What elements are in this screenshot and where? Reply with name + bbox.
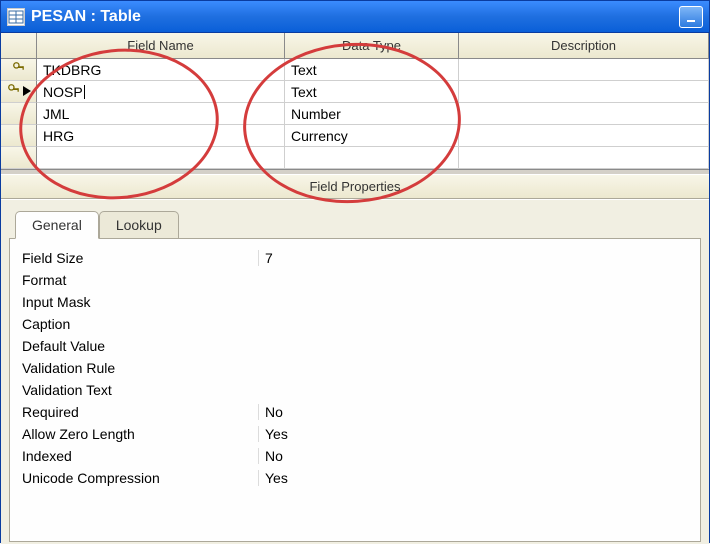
- property-label: Validation Text: [20, 382, 258, 398]
- column-header-fieldname[interactable]: Field Name: [37, 33, 285, 59]
- property-label: Validation Rule: [20, 360, 258, 376]
- property-value[interactable]: No: [258, 448, 690, 464]
- data-type-cell[interactable]: Text: [285, 81, 459, 103]
- property-label: Required: [20, 404, 258, 420]
- design-row: NOSP Text: [1, 81, 709, 103]
- design-row-empty: [1, 147, 709, 169]
- titlebar: PESAN : Table: [1, 1, 709, 33]
- design-rows: TKDBRG Text NOSP Text: [1, 59, 709, 169]
- property-label: Indexed: [20, 448, 258, 464]
- window-title: PESAN : Table: [31, 8, 675, 26]
- description-cell[interactable]: [459, 125, 709, 147]
- table-icon: [7, 8, 25, 26]
- field-name-cell[interactable]: [37, 147, 285, 169]
- design-grid: Field Name Data Type Description TKDBRG …: [1, 33, 709, 169]
- property-label: Field Size: [20, 250, 258, 266]
- property-value[interactable]: Yes: [258, 426, 690, 442]
- design-row: TKDBRG Text: [1, 59, 709, 81]
- field-name-cell[interactable]: JML: [37, 103, 285, 125]
- data-type-cell[interactable]: Text: [285, 59, 459, 81]
- design-row: HRG Currency: [1, 125, 709, 147]
- property-value[interactable]: 7: [258, 250, 690, 266]
- property-row: Format: [20, 269, 690, 291]
- table-design-window: PESAN : Table Field Name Data Type Descr…: [0, 0, 710, 543]
- primary-key-icon: [12, 61, 26, 78]
- property-row: Field Size 7: [20, 247, 690, 269]
- property-value[interactable]: No: [258, 404, 690, 420]
- property-label: Caption: [20, 316, 258, 332]
- data-type-cell[interactable]: Number: [285, 103, 459, 125]
- field-properties-header: Field Properties: [1, 175, 709, 199]
- row-selector[interactable]: [1, 81, 37, 103]
- field-properties-pane: General Lookup Field Size 7 Format Input…: [1, 199, 709, 544]
- property-label: Format: [20, 272, 258, 288]
- property-row: Input Mask: [20, 291, 690, 313]
- property-row: Validation Rule: [20, 357, 690, 379]
- column-headers: Field Name Data Type Description: [1, 33, 709, 59]
- description-cell[interactable]: [459, 59, 709, 81]
- property-value[interactable]: Yes: [258, 470, 690, 486]
- property-row: Required No: [20, 401, 690, 423]
- column-header-datatype[interactable]: Data Type: [285, 33, 459, 59]
- property-row: Caption: [20, 313, 690, 335]
- property-row: Validation Text: [20, 379, 690, 401]
- properties-panel: Field Size 7 Format Input Mask Caption D…: [9, 238, 701, 542]
- description-cell[interactable]: [459, 103, 709, 125]
- property-label: Allow Zero Length: [20, 426, 258, 442]
- property-label: Default Value: [20, 338, 258, 354]
- property-row: Unicode Compression Yes: [20, 467, 690, 489]
- description-cell[interactable]: [459, 147, 709, 169]
- data-type-cell[interactable]: Currency: [285, 125, 459, 147]
- primary-key-icon: [7, 83, 21, 100]
- tab-general[interactable]: General: [15, 211, 99, 239]
- field-name-cell[interactable]: HRG: [37, 125, 285, 147]
- current-row-indicator-icon: [23, 84, 31, 99]
- property-row: Default Value: [20, 335, 690, 357]
- row-selector[interactable]: [1, 59, 37, 81]
- field-name-cell[interactable]: TKDBRG: [37, 59, 285, 81]
- description-cell[interactable]: [459, 81, 709, 103]
- design-row: JML Number: [1, 103, 709, 125]
- tab-lookup[interactable]: Lookup: [99, 211, 179, 239]
- property-label: Unicode Compression: [20, 470, 258, 486]
- row-selector-header[interactable]: [1, 33, 37, 59]
- column-header-description[interactable]: Description: [459, 33, 709, 59]
- property-row: Allow Zero Length Yes: [20, 423, 690, 445]
- minimize-button[interactable]: [679, 6, 703, 28]
- property-row: Indexed No: [20, 445, 690, 467]
- row-selector[interactable]: [1, 147, 37, 169]
- row-selector[interactable]: [1, 125, 37, 147]
- data-type-cell[interactable]: [285, 147, 459, 169]
- row-selector[interactable]: [1, 103, 37, 125]
- property-label: Input Mask: [20, 294, 258, 310]
- properties-tabs: General Lookup: [15, 210, 701, 238]
- field-name-cell[interactable]: NOSP: [37, 81, 285, 103]
